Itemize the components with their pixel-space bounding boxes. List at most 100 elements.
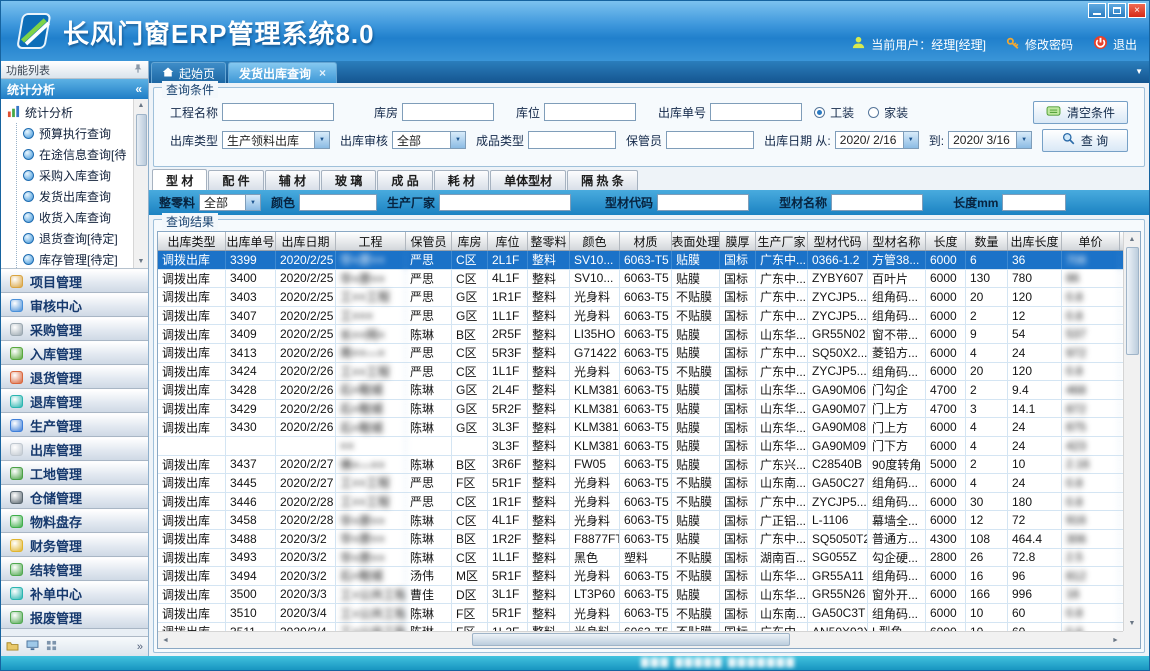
chevron-down-icon[interactable]: ▼ <box>245 194 261 211</box>
grid-view-icon[interactable] <box>46 640 57 654</box>
column-header[interactable]: 库位 <box>488 232 528 250</box>
column-header[interactable]: 材质 <box>620 232 672 250</box>
product-type-input[interactable] <box>528 131 616 149</box>
logout-button[interactable]: 退出 <box>1093 35 1137 53</box>
accordion-item[interactable]: 采购管理 <box>1 317 148 341</box>
gongzhuang-radio[interactable] <box>814 107 825 118</box>
table-row[interactable]: ××3L3F整料KLM38176063-T5贴膜国标山东华...GA90M09.… <box>158 437 1123 456</box>
scroll-down-icon[interactable]: ▼ <box>1129 616 1136 631</box>
column-header[interactable]: 出库长度 <box>1008 232 1062 250</box>
maximize-button[interactable] <box>1108 3 1126 18</box>
grid-horizontal-scrollbar[interactable]: ◄ ► <box>158 631 1123 648</box>
table-row[interactable]: 调拨出库34942020/3/2石×鞋城汤伟M区5R1F整料光身料6063-T5… <box>158 567 1123 586</box>
manufacturer-input[interactable] <box>439 194 571 211</box>
grid-vertical-scrollbar[interactable]: ▲ ▼ <box>1123 232 1140 631</box>
tab-list-dropdown-icon[interactable]: ▼ <box>1135 67 1143 76</box>
scroll-right-icon[interactable]: ► <box>1108 637 1123 644</box>
table-row[interactable]: 调拨出库34132020/2/26南××—×严思C区5R3F整料G7142260… <box>158 344 1123 363</box>
table-row[interactable]: 调拨出库34932020/3/2华×原××陈琳C区1L1F整料黑色塑料不贴膜国标… <box>158 549 1123 568</box>
accordion-item[interactable]: 报废管理 <box>1 605 148 629</box>
column-header[interactable]: 型材代码 <box>808 232 868 250</box>
profile-code-input[interactable] <box>657 194 749 211</box>
date-to-picker[interactable]: 2020/ 3/16 ▼ <box>948 131 1032 149</box>
table-row[interactable]: 调拨出库34282020/2/26石×鞋城陈琳G区2L4F整料KLM381760… <box>158 381 1123 400</box>
scroll-thumb[interactable] <box>136 114 147 166</box>
tree-item[interactable]: 采购入库查询 <box>23 165 132 186</box>
tree-item[interactable]: 预算执行查询 <box>23 123 132 144</box>
column-header[interactable]: 表面处理 <box>672 232 720 250</box>
color-input[interactable] <box>299 194 377 211</box>
order-no-input[interactable] <box>710 103 802 121</box>
scroll-thumb[interactable] <box>472 633 790 646</box>
chevron-down-icon[interactable]: ▼ <box>450 131 466 149</box>
column-header[interactable]: 整零料 <box>528 232 570 250</box>
column-header[interactable]: 数量 <box>966 232 1008 250</box>
table-row[interactable]: 调拨出库35112020/3/4工×公共工程陈琳F区1L2F整料光身料6063-… <box>158 623 1123 631</box>
material-tab[interactable]: 耗 材 <box>434 170 489 190</box>
tab-shipping-outbound-query[interactable]: 发货出库查询× <box>228 62 337 83</box>
column-header[interactable]: 出库单号 <box>226 232 276 250</box>
more-icon[interactable]: » <box>137 641 143 653</box>
column-header[interactable]: 保管员 <box>406 232 452 250</box>
length-input[interactable] <box>1002 194 1066 211</box>
table-row[interactable]: 调拨出库34882020/3/2华×原××陈琳B区1R2F整料F8877FT60… <box>158 530 1123 549</box>
tree-item[interactable]: 在途信息查询[待 <box>23 144 132 165</box>
project-name-input[interactable] <box>222 103 334 121</box>
accordion-item[interactable]: 仓储管理 <box>1 485 148 509</box>
pin-icon[interactable] <box>133 63 143 77</box>
accordion-item[interactable]: 工地管理 <box>1 461 148 485</box>
tree-item[interactable]: 退货查询[待定] <box>23 228 132 249</box>
tree-item[interactable]: 收货入库查询 <box>23 207 132 228</box>
accordion-item[interactable]: 物料盘存 <box>1 509 148 533</box>
tree-item[interactable]: 发货出库查询 <box>23 186 132 207</box>
table-row[interactable]: 调拨出库34452020/2/27工××工程严思F区5R1F整料光身料6063-… <box>158 474 1123 493</box>
material-tab[interactable]: 配 件 <box>208 170 263 190</box>
close-button[interactable]: × <box>1128 3 1146 18</box>
sidebar-section-stats[interactable]: 统计分析 « <box>1 79 148 99</box>
material-tab[interactable]: 单体型材 <box>490 170 566 190</box>
table-row[interactable]: 调拨出库35002020/3/3工×公共工程曹佳D区3L1F整料LT3P6060… <box>158 586 1123 605</box>
scroll-left-icon[interactable]: ◄ <box>158 637 173 644</box>
folder-icon[interactable] <box>6 640 19 654</box>
chevron-down-icon[interactable]: ▼ <box>903 131 919 149</box>
keeper-input[interactable] <box>666 131 754 149</box>
scroll-down-icon[interactable]: ▼ <box>138 255 145 268</box>
tab-close-icon[interactable]: × <box>319 66 326 80</box>
scroll-up-icon[interactable]: ▲ <box>1129 232 1136 247</box>
column-header[interactable]: 单价 <box>1062 232 1120 250</box>
profile-name-input[interactable] <box>831 194 923 211</box>
zhengling-select[interactable]: 全部 ▼ <box>199 194 261 211</box>
jiazhuang-radio[interactable] <box>868 107 879 118</box>
column-header[interactable]: 颜色 <box>570 232 620 250</box>
column-header[interactable]: 膜厚 <box>720 232 756 250</box>
accordion-item[interactable]: 退库管理 <box>1 389 148 413</box>
column-header[interactable]: 库房 <box>452 232 488 250</box>
table-row[interactable]: 调拨出库34242020/2/26工××工程严思C区1L1F整料光身料6063-… <box>158 363 1123 382</box>
tree-root-stats[interactable]: 统计分析 <box>7 102 132 123</box>
table-row[interactable]: 调拨出库34292020/2/26石×鞋城陈琳G区5R2F整料KLM381760… <box>158 400 1123 419</box>
column-header[interactable]: 型材名称 <box>868 232 926 250</box>
monitor-icon[interactable] <box>26 640 39 654</box>
accordion-item[interactable]: 生产管理 <box>1 413 148 437</box>
accordion-item[interactable]: 项目管理 <box>1 269 148 293</box>
accordion-item[interactable]: 财务管理 <box>1 533 148 557</box>
change-password-button[interactable]: 修改密码 <box>1006 36 1073 53</box>
material-tab[interactable]: 成 品 <box>377 170 432 190</box>
column-header[interactable]: 生产厂家 <box>756 232 808 250</box>
accordion-item[interactable]: 审核中心 <box>1 293 148 317</box>
column-header[interactable]: 出库类型 <box>158 232 226 250</box>
table-row[interactable]: 调拨出库34072020/2/25工×××严思G区1L1F整料光身料6063-T… <box>158 307 1123 326</box>
warehouse-input[interactable] <box>402 103 494 121</box>
collapse-icon[interactable]: « <box>135 82 142 96</box>
date-from-picker[interactable]: 2020/ 2/16 ▼ <box>835 131 919 149</box>
chevron-down-icon[interactable]: ▼ <box>314 131 330 149</box>
scroll-up-icon[interactable]: ▲ <box>138 99 145 112</box>
table-row[interactable]: 调拨出库34372020/2/27佛×—××陈琳B区3R6F整料FW056063… <box>158 456 1123 475</box>
minimize-button[interactable] <box>1088 3 1106 18</box>
clear-conditions-button[interactable]: 清空条件 <box>1033 101 1128 124</box>
table-row[interactable]: 调拨出库34302020/2/26石×鞋城陈琳G区3L3F整料KLM381760… <box>158 418 1123 437</box>
table-row[interactable]: 调拨出库34582020/2/28华×原××陈琳C区4L1F整料光身料6063-… <box>158 511 1123 530</box>
table-row[interactable]: 调拨出库33992020/2/25华×原××严思C区2L1F整料SV10...6… <box>158 251 1123 270</box>
audit-select[interactable]: 全部 ▼ <box>392 131 466 149</box>
chevron-down-icon[interactable]: ▼ <box>1016 131 1032 149</box>
